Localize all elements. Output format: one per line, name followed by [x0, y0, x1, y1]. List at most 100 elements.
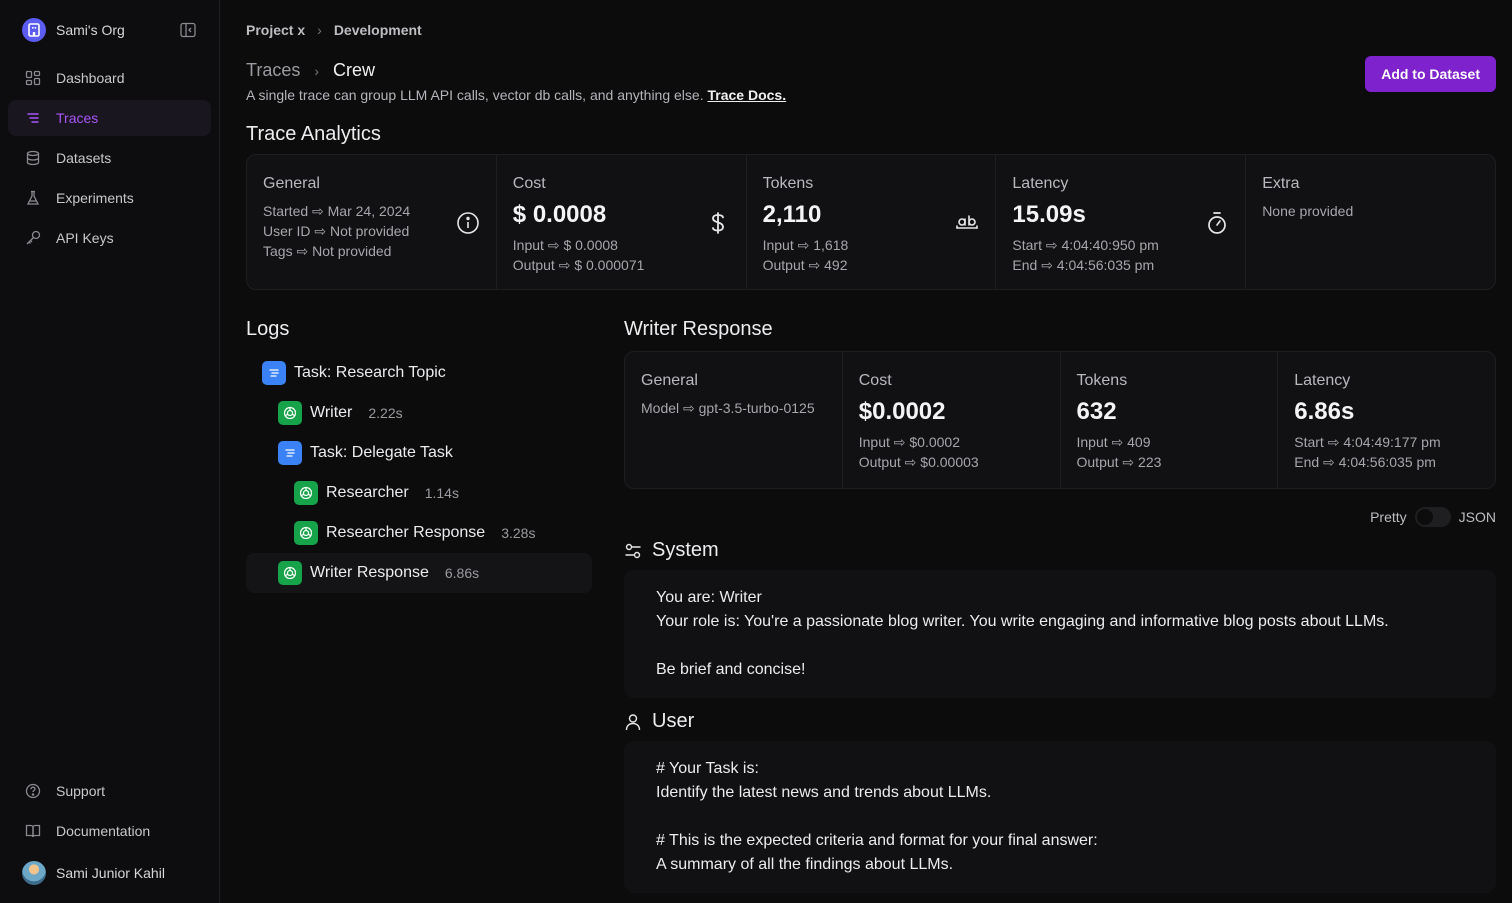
log-item-duration: 1.14s [424, 485, 459, 501]
card-label: General [641, 372, 698, 389]
breadcrumb: Project x › Development [246, 0, 1496, 60]
span-general-card: General Model ⇨ gpt-3.5-turbo-0125 [625, 352, 843, 488]
logs-panel: Logs Task: Research Topic Writer 2.22s T… [246, 318, 592, 893]
span-tokens-input: Input ⇨ 409 [1076, 434, 1151, 450]
user-id-value: User ID ⇨ Not provided [263, 223, 410, 239]
span-latency-value: 6.86s [1294, 398, 1355, 425]
sidebar-item-experiments[interactable]: Experiments [8, 180, 211, 216]
avatar [22, 861, 46, 885]
breadcrumb-env[interactable]: Development [334, 22, 422, 38]
traces-icon [25, 110, 41, 126]
log-item-duration: 3.28s [501, 525, 536, 541]
dashboard-icon [25, 70, 41, 86]
sidebar: Sami's Org Dashboard Traces Datasets Exp… [0, 0, 220, 903]
subtitle-text: A single trace can group LLM API calls, … [246, 87, 704, 103]
user-line: A summary of all the findings about LLMs… [656, 856, 954, 873]
log-item-researcher-response[interactable]: Researcher Response 3.28s [246, 513, 592, 553]
sidebar-nav: Dashboard Traces Datasets Experiments AP… [0, 60, 219, 256]
page-title: Crew [333, 60, 376, 80]
user-menu[interactable]: Sami Junior Kahil [8, 853, 211, 893]
sidebar-item-traces[interactable]: Traces [8, 100, 211, 136]
sidebar-footer: Support Documentation Sami Junior Kahil [0, 773, 219, 903]
sidebar-item-label: Datasets [56, 150, 112, 166]
book-icon [25, 823, 41, 839]
log-item-label: Writer Response [310, 564, 429, 581]
openai-icon [278, 561, 302, 585]
key-icon [25, 230, 41, 246]
page-header: Traces › Crew A single trace can group L… [246, 56, 1496, 103]
org-switcher[interactable]: Sami's Org [0, 0, 219, 60]
system-message-header: System [624, 539, 1496, 562]
openai-icon [278, 401, 302, 425]
trace-breadcrumb: Traces › Crew [246, 60, 786, 81]
span-latency-start: Start ⇨ 4:04:49:177 pm [1294, 434, 1441, 450]
log-item-label: Researcher [326, 484, 409, 501]
trace-docs-link[interactable]: Trace Docs. [707, 87, 786, 103]
card-label: Extra [1262, 175, 1300, 192]
log-item-writer-response[interactable]: Writer Response 6.86s [246, 553, 592, 593]
span-tokens-value: 632 [1076, 398, 1117, 425]
toggle-label-json: JSON [1458, 509, 1496, 525]
log-item-task-delegate-task[interactable]: Task: Delegate Task [246, 433, 592, 473]
pretty-json-toggle[interactable] [1414, 507, 1451, 527]
card-label: Cost [512, 175, 546, 192]
sidebar-item-datasets[interactable]: Datasets [8, 140, 211, 176]
span-latency-end: End ⇨ 4:04:56:035 pm [1294, 454, 1436, 470]
user-name: Sami Junior Kahil [56, 865, 165, 881]
dollar-icon [706, 211, 730, 235]
card-label: Cost [858, 372, 892, 389]
sidebar-item-documentation[interactable]: Documentation [8, 813, 211, 849]
info-icon [456, 211, 480, 235]
analytics-cost-card: Cost $ 0.0008 Input ⇨ $ 0.0008 Output ⇨ … [497, 155, 747, 289]
sidebar-item-dashboard[interactable]: Dashboard [8, 60, 211, 96]
card-label: Tokens [762, 175, 814, 192]
tags-value: Tags ⇨ Not provided [263, 243, 392, 259]
tokens-value: 2,110 [762, 201, 822, 228]
card-label: Tokens [1076, 372, 1128, 389]
span-tokens-card: Tokens 632 Input ⇨ 409 Output ⇨ 223 [1061, 352, 1279, 488]
text-tokens-icon [955, 211, 979, 235]
trace-analytics-cards: General Started ⇨ Mar 24, 2024 User ID ⇨… [246, 154, 1496, 290]
sidebar-item-support[interactable]: Support [8, 773, 211, 809]
log-item-duration: 6.86s [444, 565, 480, 581]
user-line: Identify the latest news and trends abou… [656, 784, 992, 801]
task-list-icon [262, 361, 286, 385]
add-to-dataset-button[interactable]: Add to Dataset [1365, 56, 1496, 92]
breadcrumb-traces[interactable]: Traces [246, 60, 300, 81]
sidebar-item-label: API Keys [56, 230, 114, 246]
toggle-label-pretty: Pretty [1370, 509, 1407, 525]
flask-icon [25, 190, 41, 206]
logs-title: Logs [246, 318, 290, 340]
span-cost-card: Cost $0.0002 Input ⇨ $0.0002 Output ⇨ $0… [843, 352, 1061, 488]
toggle-knob [1416, 509, 1433, 525]
log-item-writer[interactable]: Writer 2.22s [246, 393, 592, 433]
org-name: Sami's Org [56, 22, 125, 38]
breadcrumb-project[interactable]: Project x [246, 22, 305, 38]
model-value: Model ⇨ gpt-3.5-turbo-0125 [641, 400, 815, 416]
extra-value: None provided [1262, 203, 1354, 219]
span-cost-output: Output ⇨ $0.00003 [858, 454, 979, 470]
latency-start: Start ⇨ 4:04:40:950 pm [1012, 237, 1159, 253]
log-item-task-research-topic[interactable]: Task: Research Topic [246, 353, 592, 393]
log-item-researcher[interactable]: Researcher 1.14s [246, 473, 592, 513]
latency-value: 15.09s [1012, 201, 1086, 228]
sidebar-item-api-keys[interactable]: API Keys [8, 220, 211, 256]
settings-sliders-icon [624, 542, 642, 560]
cost-output: Output ⇨ $ 0.000071 [512, 257, 645, 273]
card-label: General [263, 175, 320, 192]
format-toggle-row: Pretty JSON [624, 507, 1496, 527]
timer-icon [1205, 211, 1229, 235]
latency-end: End ⇨ 4:04:56:035 pm [1012, 257, 1155, 273]
openai-icon [294, 521, 318, 545]
user-line: # This is the expected criteria and form… [656, 832, 1098, 849]
help-circle-icon [25, 783, 41, 799]
card-label: Latency [1294, 372, 1351, 389]
sidebar-item-label: Dashboard [56, 70, 125, 86]
user-message-body: # Your Task is: Identify the latest news… [624, 741, 1496, 893]
sidebar-item-label: Traces [56, 110, 99, 126]
sidebar-collapse-icon[interactable] [179, 21, 197, 39]
chevron-right-icon: › [314, 62, 320, 79]
span-cost-value: $0.0002 [858, 398, 946, 425]
user-message-title: User [652, 710, 695, 732]
started-value: Started ⇨ Mar 24, 2024 [263, 203, 411, 219]
